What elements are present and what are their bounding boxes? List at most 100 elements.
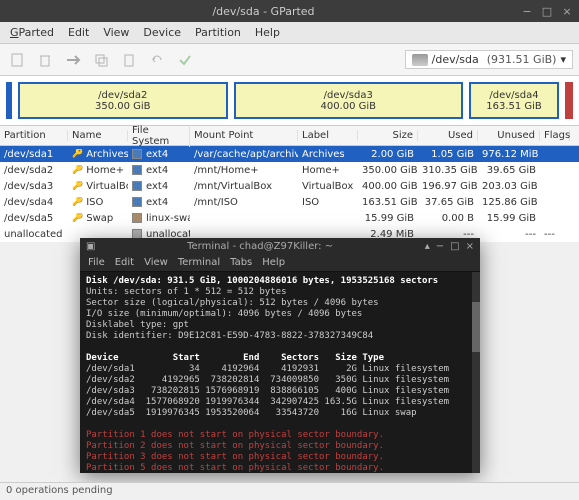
terminal-close-icon[interactable]: ×	[466, 241, 474, 252]
hdr-partition[interactable]: Partition	[0, 130, 68, 141]
device-size: (931.51 GiB)	[487, 53, 557, 66]
cell-fs: ext4	[128, 149, 190, 160]
table-row[interactable]: /dev/sda2🔑Home+ext4/mnt/Home+Home+350.00…	[0, 162, 579, 178]
table-row[interactable]: /dev/sda4🔑ISOext4/mnt/ISOISO163.51 GiB37…	[0, 194, 579, 210]
cell-unused: 976.12 MiB	[478, 149, 540, 160]
cell-label: Archives	[298, 149, 358, 160]
cell-fs: linux-swap	[128, 213, 190, 224]
partmap-sda3[interactable]: /dev/sda3 400.00 GiB	[234, 82, 463, 119]
menu-help[interactable]: Help	[249, 24, 286, 41]
cell-mountpoint: /mnt/VirtualBox	[190, 181, 298, 192]
status-text: 0 operations pending	[6, 485, 113, 496]
menubar: GParted Edit View Device Partition Help	[0, 22, 579, 44]
terminal-menu-view[interactable]: View	[144, 257, 168, 268]
terminal-maximize-icon[interactable]: □	[450, 241, 459, 252]
lock-icon: 🔑	[72, 149, 83, 159]
cell-unused: 125.86 GiB	[478, 197, 540, 208]
terminal-menu-terminal[interactable]: Terminal	[178, 257, 220, 268]
cell-fs: ext4	[128, 165, 190, 176]
hdr-name[interactable]: Name	[68, 130, 128, 141]
cell-unused: 15.99 GiB	[478, 213, 540, 224]
cell-partition: /dev/sda1	[0, 149, 68, 160]
partmap-sda2[interactable]: /dev/sda2 350.00 GiB	[18, 82, 228, 119]
terminal-menu-file[interactable]: File	[88, 257, 105, 268]
hdr-unused[interactable]: Unused	[478, 130, 540, 141]
cell-label: Home+	[298, 165, 358, 176]
device-name: /dev/sda	[432, 53, 479, 66]
chevron-down-icon: ▾	[560, 53, 566, 66]
maximize-icon[interactable]: □	[541, 5, 553, 17]
terminal-scrollbar[interactable]	[472, 272, 480, 473]
partmap-sda4[interactable]: /dev/sda4 163.51 GiB	[469, 82, 559, 119]
cell-flags: ---	[540, 229, 570, 240]
hdr-mountpoint[interactable]: Mount Point	[190, 130, 298, 141]
cell-size: 163.51 GiB	[358, 197, 418, 208]
cell-used: 310.35 GiB	[418, 165, 478, 176]
hdr-label[interactable]: Label	[298, 130, 358, 141]
table-row[interactable]: /dev/sda5🔑Swaplinux-swap15.99 GiB0.00 B1…	[0, 210, 579, 226]
table-row[interactable]: /dev/sda3🔑VirtualBoxext4/mnt/VirtualBoxV…	[0, 178, 579, 194]
partition-map: /dev/sda2 350.00 GiB /dev/sda3 400.00 Gi…	[0, 76, 579, 126]
table-row[interactable]: /dev/sda1🔑Archivesext4/var/cache/apt/arc…	[0, 146, 579, 162]
disk-icon	[412, 54, 428, 66]
menu-view[interactable]: View	[97, 24, 135, 41]
cell-partition: /dev/sda3	[0, 181, 68, 192]
terminal-window[interactable]: ▣ Terminal - chad@Z97Killer: ~ ▴ − □ × F…	[80, 238, 480, 473]
cell-name: 🔑Home+	[68, 165, 128, 176]
cell-partition: unallocated	[0, 229, 68, 240]
cell-size: 2.00 GiB	[358, 149, 418, 160]
copy-icon[interactable]	[90, 49, 112, 71]
cell-partition: /dev/sda2	[0, 165, 68, 176]
cell-fs: ext4	[128, 197, 190, 208]
menu-partition[interactable]: Partition	[189, 24, 247, 41]
cell-size: 15.99 GiB	[358, 213, 418, 224]
cell-mountpoint: /mnt/ISO	[190, 197, 298, 208]
terminal-menu-tabs[interactable]: Tabs	[230, 257, 252, 268]
cell-name: 🔑Swap	[68, 213, 128, 224]
lock-icon: 🔑	[72, 165, 83, 175]
resize-icon[interactable]	[62, 49, 84, 71]
new-icon[interactable]	[6, 49, 28, 71]
terminal-menu-edit[interactable]: Edit	[115, 257, 134, 268]
minimize-icon[interactable]: −	[521, 5, 533, 17]
apply-icon[interactable]	[174, 49, 196, 71]
cell-name: 🔑Archives	[68, 149, 128, 160]
menu-device[interactable]: Device	[137, 24, 187, 41]
hdr-flags[interactable]: Flags	[540, 130, 570, 141]
undo-icon[interactable]	[146, 49, 168, 71]
terminal-scroll-thumb[interactable]	[472, 302, 480, 352]
hdr-filesystem[interactable]: File System	[128, 125, 190, 147]
close-icon[interactable]: ×	[561, 5, 573, 17]
terminal-minimize-icon[interactable]: −	[436, 241, 444, 252]
hdr-size[interactable]: Size	[358, 130, 418, 141]
status-bar: 0 operations pending	[0, 482, 579, 500]
lock-icon: 🔑	[72, 181, 83, 191]
fs-color-icon	[132, 213, 142, 223]
fs-color-icon	[132, 149, 142, 159]
paste-icon[interactable]	[118, 49, 140, 71]
menu-gparted[interactable]: GParted	[4, 24, 60, 41]
menu-edit[interactable]: Edit	[62, 24, 95, 41]
cell-used: 37.65 GiB	[418, 197, 478, 208]
device-selector[interactable]: /dev/sda (931.51 GiB) ▾	[405, 50, 573, 69]
fs-color-icon	[132, 197, 142, 207]
terminal-titlebar[interactable]: ▣ Terminal - chad@Z97Killer: ~ ▴ − □ ×	[80, 238, 480, 254]
cell-mountpoint: /var/cache/apt/archives	[190, 149, 298, 160]
cell-partition: /dev/sda5	[0, 213, 68, 224]
cell-name: 🔑VirtualBox	[68, 181, 128, 192]
terminal-menubar: File Edit View Terminal Tabs Help	[80, 254, 480, 272]
partmap-sda5[interactable]	[565, 82, 573, 119]
cell-fs: ext4	[128, 181, 190, 192]
cell-size: 350.00 GiB	[358, 165, 418, 176]
table-header-row: Partition Name File System Mount Point L…	[0, 126, 579, 146]
terminal-menu-help[interactable]: Help	[262, 257, 285, 268]
delete-icon[interactable]	[34, 49, 56, 71]
cell-label: VirtualBox	[298, 181, 358, 192]
fs-color-icon	[132, 165, 142, 175]
terminal-body[interactable]: Disk /dev/sda: 931.5 GiB, 1000204886016 …	[80, 272, 480, 473]
cell-mountpoint: /mnt/Home+	[190, 165, 298, 176]
terminal-up-icon[interactable]: ▴	[425, 241, 430, 252]
fs-color-icon	[132, 181, 142, 191]
hdr-used[interactable]: Used	[418, 130, 478, 141]
partmap-sda1[interactable]	[6, 82, 12, 119]
